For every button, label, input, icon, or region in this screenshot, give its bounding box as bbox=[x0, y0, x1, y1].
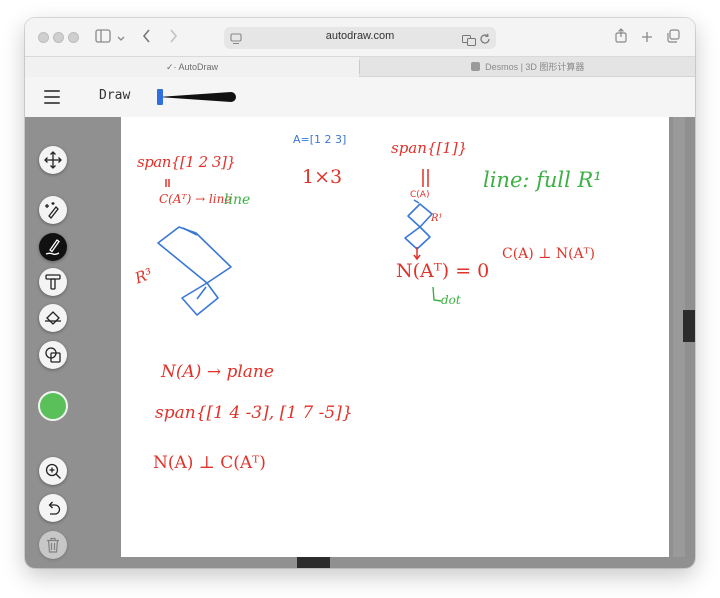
undo-icon bbox=[48, 501, 61, 515]
note-matrix-a: A=[1 2 3] bbox=[293, 133, 347, 146]
delete-button[interactable] bbox=[39, 531, 67, 559]
move-icon bbox=[44, 151, 62, 169]
reload-icon[interactable] bbox=[479, 31, 491, 51]
note-span-col: span{[1 2 3]} bbox=[137, 153, 236, 171]
app-header: Draw bbox=[25, 77, 695, 118]
shape-tool-button[interactable] bbox=[39, 341, 67, 369]
zoom-window-button[interactable] bbox=[68, 32, 79, 43]
browser-window: autodraw.com ✓· AutoDraw Desmos | 3D 图形计… bbox=[25, 18, 695, 568]
zoom-in-icon bbox=[45, 463, 61, 479]
title-bar: autodraw.com bbox=[25, 18, 695, 56]
mode-label: Draw bbox=[99, 88, 131, 103]
fill-icon bbox=[45, 311, 61, 325]
note-dims: 1×3 bbox=[302, 166, 343, 188]
note-line-green: line bbox=[224, 192, 251, 208]
note-dot: dot bbox=[441, 293, 461, 307]
url-text: autodraw.com bbox=[325, 30, 395, 42]
undo-button[interactable] bbox=[39, 494, 67, 522]
desmos-favicon-icon bbox=[470, 62, 480, 71]
chevron-down-icon[interactable] bbox=[117, 30, 125, 50]
sidebar-toggle-icon[interactable] bbox=[95, 29, 111, 49]
note-null-a: N(A) → plane bbox=[161, 362, 274, 382]
tab-autodraw[interactable]: ✓· AutoDraw bbox=[25, 57, 359, 77]
tab-overview-icon[interactable] bbox=[666, 29, 680, 49]
tab-label: Desmos | 3D 图形计算器 bbox=[485, 62, 585, 72]
move-tool-button[interactable] bbox=[39, 146, 67, 174]
vertical-scrollbar-thumb[interactable] bbox=[683, 310, 695, 342]
drawing-canvas[interactable]: span{[1 2 3]} C(Aᵀ) → line line R³ A=[1 … bbox=[121, 117, 669, 557]
note-line-full: line: full R¹ bbox=[483, 168, 602, 192]
menu-icon[interactable] bbox=[44, 90, 60, 104]
delete-icon bbox=[47, 537, 59, 553]
color-picker-swatch[interactable] bbox=[38, 391, 68, 421]
note-r1-label: R¹ bbox=[431, 213, 443, 224]
slider-handle[interactable] bbox=[157, 89, 163, 105]
autodraw-icon bbox=[45, 202, 59, 219]
horizontal-scrollbar-thumb[interactable] bbox=[297, 557, 330, 568]
type-tool-button[interactable] bbox=[39, 268, 67, 296]
minimize-window-button[interactable] bbox=[53, 32, 64, 43]
note-null-at: N(Aᵀ) = 0 bbox=[396, 260, 490, 282]
work-area: span{[1 2 3]} C(Aᵀ) → line line R³ A=[1 … bbox=[25, 117, 695, 568]
draw-icon bbox=[45, 239, 60, 256]
zoom-in-button[interactable] bbox=[39, 457, 67, 485]
note-span-row: span{[1]} bbox=[391, 139, 468, 157]
tab-desmos[interactable]: Desmos | 3D 图形计算器 bbox=[360, 57, 695, 77]
type-icon bbox=[45, 274, 61, 290]
tab-bar: ✓· AutoDraw Desmos | 3D 图形计算器 bbox=[25, 56, 695, 77]
close-window-button[interactable] bbox=[38, 32, 49, 43]
tab-label: ✓· AutoDraw bbox=[165, 62, 219, 72]
back-icon[interactable] bbox=[142, 29, 152, 49]
new-tab-icon[interactable] bbox=[641, 29, 653, 49]
note-span-null: span{[1 4 -3], [1 7 -5]} bbox=[155, 403, 353, 423]
brush-size-slider[interactable] bbox=[156, 88, 246, 106]
shape-icon bbox=[45, 347, 61, 363]
draw-tool-button[interactable] bbox=[39, 233, 67, 261]
note-ca-perp: C(A) ⊥ N(Aᵀ) bbox=[502, 246, 595, 262]
translate-icon[interactable] bbox=[462, 32, 476, 52]
share-icon[interactable] bbox=[615, 28, 627, 49]
note-col-space: C(Aᵀ) → line bbox=[159, 192, 232, 206]
fill-tool-button[interactable] bbox=[39, 304, 67, 332]
address-bar[interactable]: autodraw.com bbox=[224, 27, 496, 49]
forward-icon[interactable] bbox=[168, 29, 178, 49]
note-na-perp: N(A) ⊥ C(Aᵀ) bbox=[153, 453, 266, 473]
autodraw-tool-button[interactable] bbox=[39, 196, 67, 224]
note-ca-label: C(A) bbox=[410, 190, 430, 200]
